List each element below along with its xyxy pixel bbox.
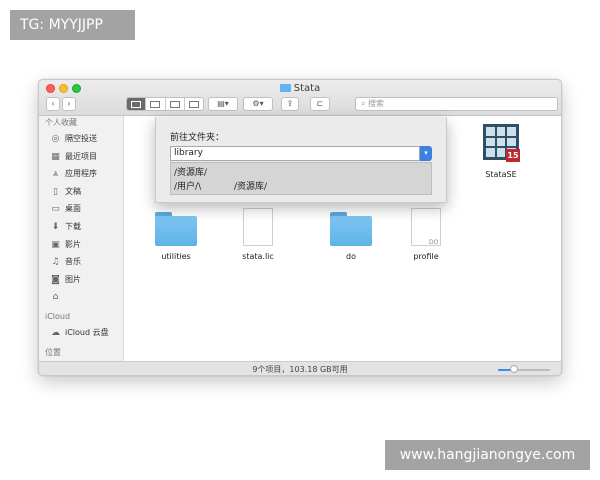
chevron-right-icon: › bbox=[67, 99, 71, 108]
pictures-icon: ◙ bbox=[51, 274, 60, 285]
path-dropdown-button[interactable]: ▾ bbox=[420, 146, 432, 161]
airdrop-icon: ◎ bbox=[51, 134, 60, 144]
finder-toolbar: Stata ‹ › ▤▾ ⚙▾ ⇪ ⊏ ⌕ 搜索 bbox=[39, 80, 561, 116]
search-icon: ⌕ bbox=[361, 99, 369, 108]
file-item-utilities[interactable]: utilities bbox=[146, 202, 206, 266]
document-icon bbox=[243, 208, 273, 246]
file-item-profile[interactable]: DO profile bbox=[396, 202, 456, 266]
column-view-button[interactable] bbox=[166, 98, 185, 110]
back-button[interactable]: ‹ bbox=[46, 97, 60, 111]
file-name: stata.lic bbox=[242, 252, 274, 261]
icon-view-button[interactable] bbox=[127, 98, 147, 110]
search-placeholder: 搜索 bbox=[368, 99, 385, 108]
file-name: profile bbox=[413, 252, 439, 261]
file-name: StataSE bbox=[485, 170, 517, 179]
watermark-bottom: www.hangjianongye.com bbox=[385, 440, 590, 470]
desktop-icon: ▭ bbox=[51, 204, 60, 215]
chevron-down-icon: ▾ bbox=[424, 149, 428, 157]
icon-size-slider[interactable] bbox=[498, 369, 550, 371]
watermark-top: TG: MYYJJPP bbox=[10, 10, 135, 40]
sidebar-item-icloud-drive[interactable]: ☁ iCloud 云盘 bbox=[39, 324, 123, 342]
suggestion-item[interactable]: /用户/\ bbox=[174, 179, 201, 192]
file-item-statase[interactable]: 15 StataSE bbox=[471, 124, 531, 188]
file-name: do bbox=[346, 252, 356, 261]
sidebar-header-favorites: 个人收藏 bbox=[45, 118, 77, 127]
folder-icon bbox=[279, 84, 291, 92]
status-text: 9个项目，103.18 GB可用 bbox=[252, 365, 348, 374]
sidebar-item-desktop[interactable]: ▭ 桌面 bbox=[39, 200, 123, 218]
sidebar-item-label: 图片 bbox=[65, 274, 81, 284]
share-button[interactable]: ⇪ bbox=[281, 97, 299, 111]
icloud-drive-icon: ☁ bbox=[51, 327, 60, 338]
window-title-bar: Stata bbox=[39, 82, 561, 96]
go-to-folder-dialog: 前往文件夹： library ▾ /资源库/ /用户/\ /资源库/ bbox=[155, 117, 447, 203]
go-to-folder-label: 前往文件夹： bbox=[170, 133, 225, 143]
sidebar-item-movies[interactable]: ▣ 影片 bbox=[39, 236, 123, 254]
sidebar-item-label: 隔空投送 bbox=[65, 134, 97, 143]
sidebar-header-locations: 位置 bbox=[45, 347, 61, 357]
chevron-left-icon: ‹ bbox=[51, 99, 55, 108]
view-mode-selector bbox=[126, 97, 204, 111]
sidebar-item-home[interactable]: ⌂ bbox=[39, 288, 123, 306]
downloads-icon: ⬇ bbox=[51, 221, 60, 232]
sidebar-item-airdrop[interactable]: ◎ 隔空投送 bbox=[39, 130, 123, 148]
sidebar-item-label: 下载 bbox=[65, 221, 81, 231]
sidebar-item-label: 应用程序 bbox=[65, 169, 97, 179]
sidebar-item-label: 桌面 bbox=[65, 204, 81, 214]
applications-icon: ⩓ bbox=[52, 169, 59, 180]
sidebar-item-label: 最近项目 bbox=[65, 151, 97, 161]
sidebar-item-applications[interactable]: ⩓ 应用程序 bbox=[39, 165, 123, 183]
movies-icon: ▣ bbox=[51, 239, 60, 250]
share-icon: ⇪ bbox=[286, 99, 294, 108]
file-item-do[interactable]: do bbox=[321, 202, 381, 266]
folder-icon bbox=[330, 212, 372, 246]
search-input[interactable]: ⌕ 搜索 bbox=[355, 97, 558, 111]
status-bar: 9个项目，103.18 GB可用 bbox=[39, 361, 561, 375]
folder-icon bbox=[155, 212, 197, 246]
gallery-view-button[interactable] bbox=[185, 98, 203, 110]
file-name: utilities bbox=[161, 252, 191, 261]
file-type-tag: DO bbox=[429, 239, 439, 246]
sidebar: 个人收藏 ◎ 隔空投送 ▦ 最近项目 ⩓ 应用程序 ▯ 文稿 ▭ 桌面 ⬇ 下载 ▣ 影片 ♫… bbox=[39, 116, 124, 361]
path-suggestions: /资源库/ /用户/\ /资源库/ bbox=[170, 162, 432, 195]
gear-icon: ⚙▾ bbox=[252, 99, 264, 108]
home-icon: ⌂ bbox=[52, 292, 59, 303]
sidebar-item-pictures[interactable]: ◙ 图片 bbox=[39, 271, 123, 289]
window-title: Stata bbox=[293, 83, 321, 94]
list-view-button[interactable] bbox=[146, 98, 166, 110]
suggestion-item[interactable]: /资源库/ bbox=[174, 165, 207, 178]
gallery-view-icon bbox=[188, 100, 199, 108]
do-file-icon: DO bbox=[411, 208, 441, 246]
arrange-button[interactable]: ▤▾ bbox=[208, 97, 238, 111]
sidebar-item-label: 文稿 bbox=[65, 186, 81, 196]
music-icon: ♫ bbox=[51, 257, 60, 268]
recents-icon: ▦ bbox=[51, 151, 60, 162]
sidebar-item-label: 音乐 bbox=[65, 257, 81, 267]
sidebar-item-music[interactable]: ♫ 音乐 bbox=[39, 253, 123, 271]
sidebar-header-icloud: iCloud bbox=[45, 311, 71, 321]
tag-icon: ⊏ bbox=[316, 99, 324, 108]
suggestion-item[interactable]: /资源库/ bbox=[234, 179, 267, 192]
group-by-icon: ▤▾ bbox=[217, 99, 229, 108]
sidebar-item-label: 影片 bbox=[65, 239, 81, 249]
list-view-icon bbox=[150, 100, 161, 108]
action-button[interactable]: ⚙▾ bbox=[243, 97, 273, 111]
file-item-stata-lic[interactable]: stata.lic bbox=[228, 202, 288, 266]
column-view-icon bbox=[169, 100, 180, 108]
folder-path-input[interactable]: library bbox=[170, 146, 420, 161]
sidebar-item-downloads[interactable]: ⬇ 下载 bbox=[39, 218, 123, 236]
forward-button[interactable]: › bbox=[62, 97, 76, 111]
sidebar-item-documents[interactable]: ▯ 文稿 bbox=[39, 183, 123, 201]
version-badge: 15 bbox=[506, 149, 520, 162]
documents-icon: ▯ bbox=[53, 186, 58, 197]
slider-knob[interactable] bbox=[509, 365, 518, 373]
tag-button[interactable]: ⊏ bbox=[310, 97, 330, 111]
sidebar-item-recents[interactable]: ▦ 最近项目 bbox=[39, 148, 123, 166]
sidebar-item-label: iCloud 云盘 bbox=[65, 327, 109, 337]
icon-view-icon bbox=[131, 100, 142, 108]
